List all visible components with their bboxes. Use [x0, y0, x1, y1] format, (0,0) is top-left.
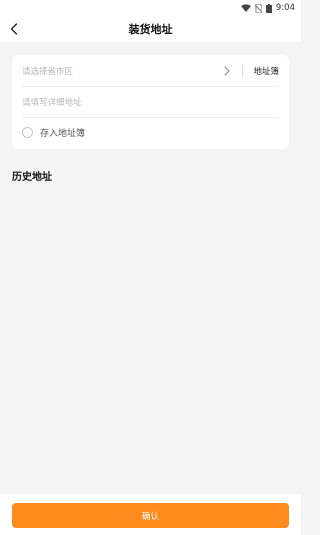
battery-icon: [265, 3, 272, 13]
save-to-book-row[interactable]: 存入地址簿: [12, 117, 289, 148]
bottom-bar: 确认: [0, 494, 301, 535]
vertical-divider: [242, 64, 244, 77]
address-card: 请选择省市区 地址簿 请填写详细地址 存入地址簿: [12, 55, 289, 149]
confirm-button[interactable]: 确认: [12, 503, 289, 528]
status-time: 9:04: [275, 3, 295, 13]
wifi-icon: [240, 4, 251, 12]
history-title: 历史地址: [12, 172, 52, 183]
chevron-right-icon: [222, 65, 232, 77]
back-button[interactable]: [6, 21, 22, 37]
nav-bar: 装货地址: [0, 16, 301, 42]
region-select[interactable]: 请选择省市区: [22, 65, 222, 77]
address-book-button[interactable]: 地址簿: [253, 65, 279, 77]
no-sim-icon: [254, 3, 262, 13]
detail-row: 请填写详细地址: [12, 86, 289, 117]
detail-address-input[interactable]: 请填写详细地址: [22, 96, 82, 108]
status-bar: 9:04: [0, 0, 301, 16]
save-to-book-label: 存入地址簿: [40, 129, 86, 139]
page-title: 装货地址: [128, 23, 173, 36]
region-row[interactable]: 请选择省市区 地址簿: [12, 55, 289, 86]
chevron-left-icon: [10, 20, 18, 39]
save-to-book-radio[interactable]: [22, 127, 33, 138]
screen: 9:04 装货地址 请选择省市区 地址簿 请填写详细地址 存入地址簿 历史地址: [0, 0, 301, 535]
